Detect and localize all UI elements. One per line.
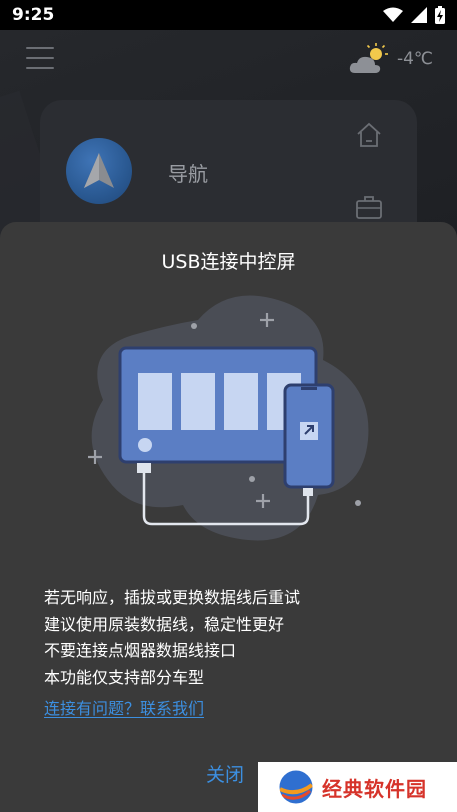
wifi-icon	[383, 7, 403, 22]
navigation-arrow-icon	[84, 153, 114, 188]
navigation-label: 导航	[168, 162, 208, 186]
tip-text: 本功能仅支持部分车型	[44, 667, 205, 687]
usb-connection-dialog: USB连接中控屏 若无响应，插拔或更换数据线后重试 建议使用原装数据线，稳定性更…	[0, 222, 457, 812]
briefcase-icon[interactable]	[355, 194, 383, 220]
home-icon[interactable]	[355, 122, 383, 148]
dialog-title: USB连接中控屏	[161, 251, 296, 273]
status-bar: 9:25	[0, 0, 457, 30]
phone-graphic	[283, 383, 335, 496]
cell-signal-icon	[411, 7, 427, 23]
menu-line	[26, 67, 54, 69]
usb-connection-illustration	[88, 295, 369, 541]
watermark-logo: 经典软件园	[258, 762, 457, 812]
battery-charging-icon	[435, 6, 445, 24]
decorative-dot	[249, 476, 255, 482]
tip-text: 若无响应，插拔或更换数据线后重试	[44, 588, 301, 607]
contact-us-link[interactable]: 连接有问题？联系我们	[44, 695, 204, 719]
decorative-dot	[355, 500, 361, 506]
menu-line	[26, 57, 54, 59]
menu-line	[26, 47, 54, 49]
status-time: 9:25	[12, 5, 55, 25]
status-icons	[383, 6, 445, 24]
close-button[interactable]: 关闭	[206, 760, 244, 787]
menu-button[interactable]	[26, 47, 54, 71]
partly-cloudy-icon	[349, 43, 388, 73]
watermark-globe-icon	[278, 769, 314, 805]
tip-text: 不要连接点烟器数据线接口	[44, 641, 237, 660]
temperature-text: -4℃	[396, 49, 433, 69]
watermark-text: 经典软件园	[322, 776, 427, 801]
weather-widget: -4℃	[349, 42, 433, 76]
tips-list: 若无响应，插拔或更换数据线后重试 建议使用原装数据线，稳定性更好 不要连接点烟器…	[44, 585, 300, 691]
tip-text: 建议使用原装数据线，稳定性更好	[44, 614, 285, 634]
decorative-dot	[191, 323, 197, 329]
navigation-logo	[66, 138, 132, 204]
